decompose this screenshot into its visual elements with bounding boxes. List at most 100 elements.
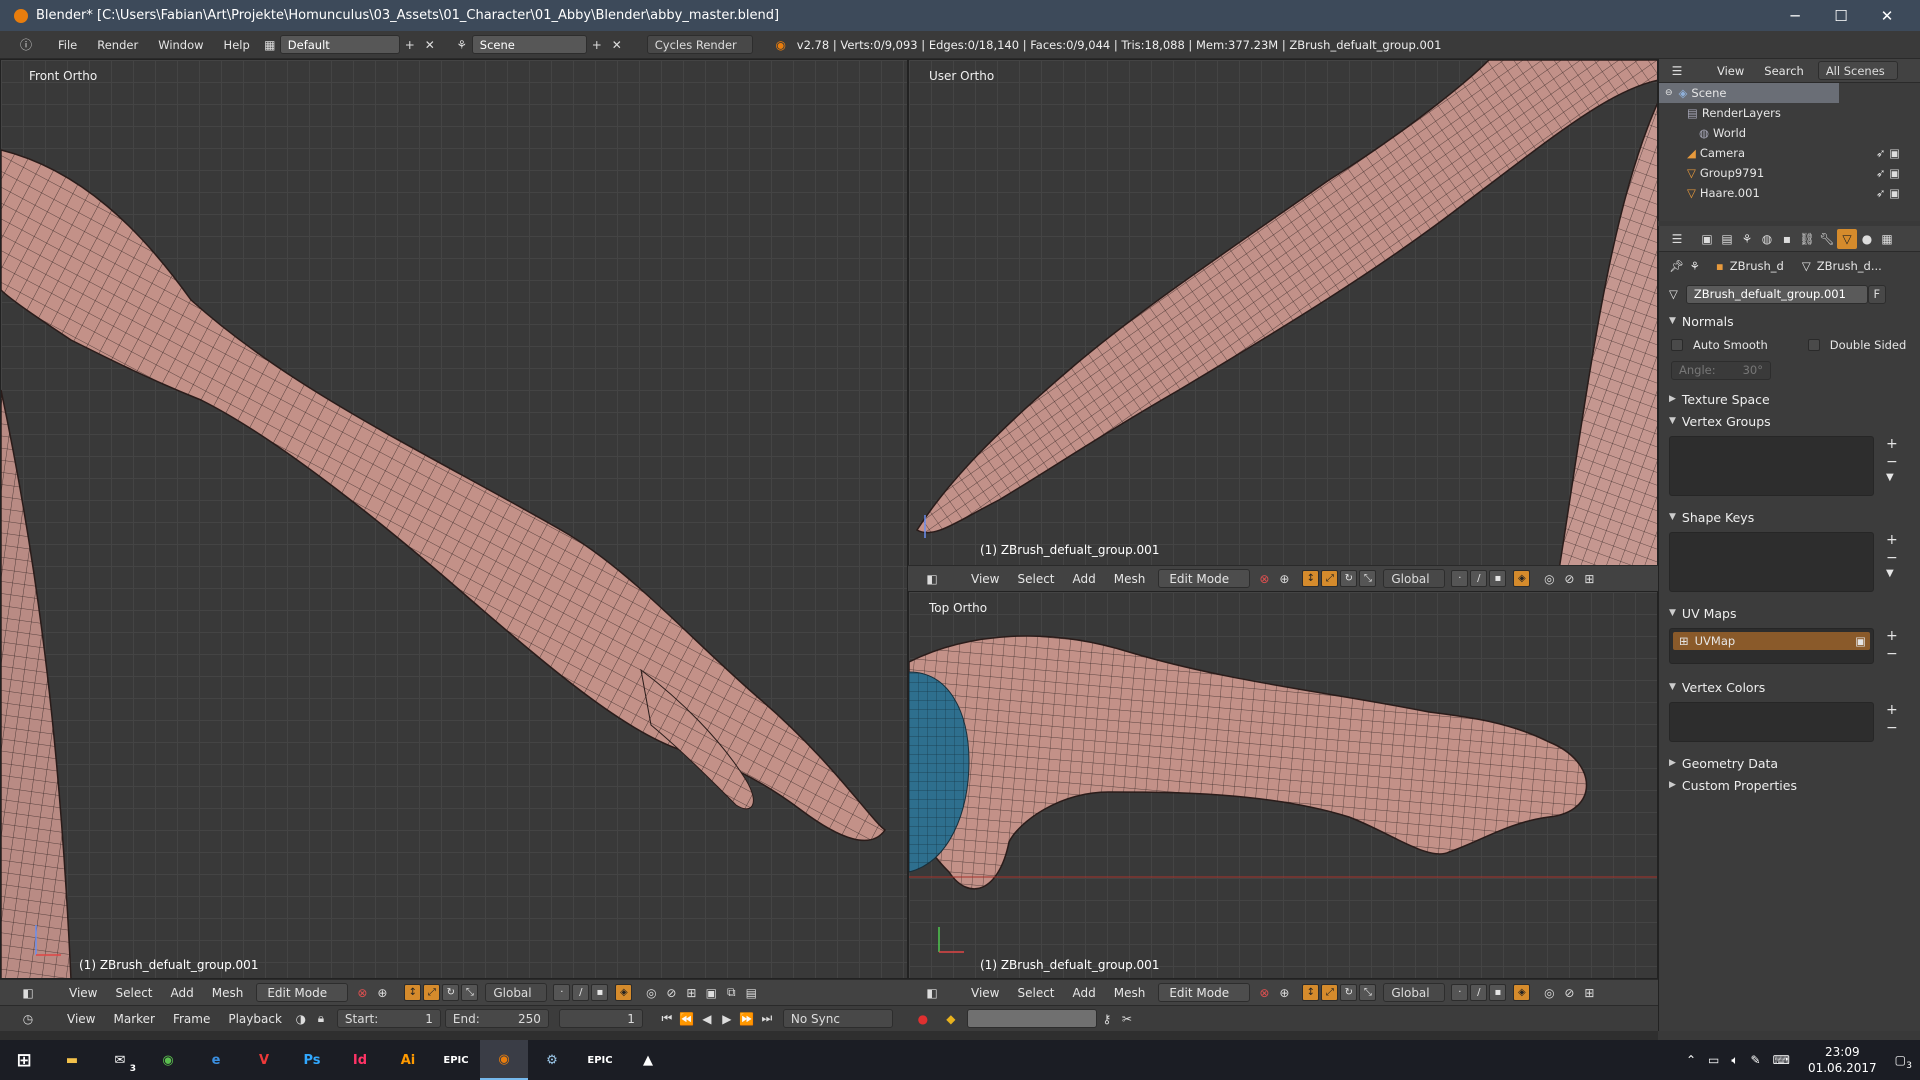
front-view-menu[interactable]: View [60,986,106,1000]
front-vertex-select-icon[interactable]: · [553,984,571,1001]
constraints-tab-icon[interactable]: ⛓ [1797,229,1817,249]
end-frame-field[interactable]: End: 250 [444,1009,549,1028]
collapse-icon[interactable]: ⊖ [1665,88,1673,98]
user-occlude-icon[interactable]: ◈ [1513,570,1531,587]
front-face-select-icon[interactable]: ▪ [591,984,609,1001]
top-face-select-icon[interactable]: ▪ [1489,984,1507,1001]
timeline-keying-icon[interactable]: ◑ [291,1009,311,1029]
user-edge-select-icon[interactable]: / [1470,570,1488,587]
minimize-button[interactable]: ─ [1772,0,1818,31]
file-explorer-icon[interactable]: ▬ [48,1040,96,1080]
outliner-item-renderlayers[interactable]: ▤ RenderLayers [1659,103,1920,123]
start-frame-field[interactable]: Start: 1 [336,1009,441,1028]
maximize-button[interactable]: ☐ [1818,0,1864,31]
close-button[interactable]: ✕ [1864,0,1910,31]
pin-icon[interactable]: 📌︎ [1669,259,1684,273]
breadcrumb-object[interactable]: ZBrush_d [1730,259,1784,273]
user-mesh-menu[interactable]: Mesh [1105,572,1155,586]
modifiers-tab-icon[interactable]: 🔧︎ [1817,229,1837,249]
blender-taskbar-icon[interactable]: ◉ [480,1040,528,1080]
render-tab-icon[interactable]: ▣ [1697,229,1717,249]
panel-vertex-groups[interactable]: ▼ Vertex Groups [1659,410,1920,432]
remove-shape-key-button[interactable]: − [1886,550,1898,566]
top-vertex-select-icon[interactable]: · [1451,984,1469,1001]
jump-keyframe-forward-button[interactable]: ⏩ [737,1009,757,1029]
double-sided-checkbox[interactable] [1807,339,1820,351]
keyboard-icon[interactable]: ⌨ [1773,1053,1790,1067]
add-shape-key-button[interactable]: + [1886,532,1898,548]
timeline-marker-menu[interactable]: Marker [104,1012,163,1026]
front-snap-target-icon[interactable]: ⊞ [681,983,701,1003]
scene-field[interactable]: Scene [471,35,587,54]
material-tab-icon[interactable]: ● [1857,229,1877,249]
sync-dropdown[interactable]: No Sync [782,1009,893,1028]
jump-start-button[interactable]: ⏮ [657,1009,677,1029]
panel-texture-space[interactable]: ▶ Texture Space [1659,388,1920,410]
jump-end-button[interactable]: ⏭ [757,1009,777,1029]
mesh-browse-icon[interactable]: ▽ [1669,287,1678,301]
edge-icon[interactable]: e [192,1040,240,1080]
vertex-group-menu-icon[interactable]: ▼ [1886,472,1898,483]
auto-smooth-checkbox[interactable] [1671,339,1683,351]
top-view-menu[interactable]: View [962,986,1008,1000]
outliner-view-menu[interactable]: View [1707,64,1754,78]
user-pivot-icon[interactable]: ⊕ [1274,569,1294,589]
angle-field[interactable]: Angle: 30° [1671,360,1771,380]
uv-render-icon[interactable]: ▣ [1855,634,1866,648]
outliner-display-dropdown[interactable]: All Scenes [1817,61,1898,80]
record-button[interactable]: ● [913,1009,933,1029]
top-snap-target-icon[interactable]: ⊞ [1579,983,1599,1003]
top-translate-icon[interactable]: ⤢ [1321,984,1339,1001]
add-uv-map-button[interactable]: + [1886,628,1898,644]
front-mesh-menu[interactable]: Mesh [203,986,253,1000]
indesign-icon[interactable]: Id [336,1040,384,1080]
jump-keyframe-back-button[interactable]: ⏪ [677,1009,697,1029]
shape-keys-listbox[interactable] [1669,532,1874,592]
remove-uv-map-button[interactable]: − [1886,646,1898,662]
menu-file[interactable]: File [48,38,87,52]
properties-editor-icon[interactable]: ☰ [1667,229,1687,249]
screen-layout-icon[interactable]: ▦ [260,35,280,55]
top-mode-dropdown[interactable]: Edit Mode [1158,983,1251,1002]
front-scale-icon[interactable]: ⤡ [461,984,479,1001]
visibility-icon[interactable]: ➶ ▣ [1876,186,1900,200]
render-engine-dropdown[interactable]: Cycles Render [646,35,753,54]
menu-render[interactable]: Render [87,38,148,52]
user-vertex-select-icon[interactable]: · [1451,570,1469,587]
play-button[interactable]: ▶ [717,1009,737,1029]
outliner-search-menu[interactable]: Search [1754,64,1814,78]
add-vertex-color-button[interactable]: + [1886,702,1898,718]
front-render-icon[interactable]: ⧉ [721,983,741,1003]
top-occlude-icon[interactable]: ◈ [1513,984,1531,1001]
user-view-menu[interactable]: View [962,572,1008,586]
front-translate-icon[interactable]: ⤢ [423,984,441,1001]
renderlayer-tab-icon[interactable]: ▤ [1717,229,1737,249]
start-button[interactable]: ⊞ [0,1040,48,1080]
panel-geometry-data[interactable]: ▶ Geometry Data [1659,752,1920,774]
outliner-item-group9791[interactable]: ▽ Group9791 ➶ ▣ [1659,163,1920,183]
front-manipulator-icon[interactable]: ↕ [404,984,422,1001]
front-proportional-icon[interactable]: ◎ [641,983,661,1003]
front-snap-icon[interactable]: ⊘ [661,983,681,1003]
front-shading-icon[interactable]: ⊗ [352,983,372,1003]
timeline-strip[interactable] [0,1031,1658,1040]
user-add-menu[interactable]: Add [1064,572,1105,586]
user-proportional-icon[interactable]: ◎ [1539,569,1559,589]
texture-tab-icon[interactable]: ▦ [1877,229,1897,249]
user-rotate-icon[interactable]: ↻ [1340,570,1358,587]
user-shading-icon[interactable]: ⊗ [1254,569,1274,589]
remove-scene-button[interactable]: ✕ [607,35,627,55]
keyframe-icon[interactable]: ◆ [941,1009,961,1029]
top-manipulator-icon[interactable]: ↕ [1302,984,1320,1001]
tray-chevron-icon[interactable]: ⌃ [1686,1053,1696,1067]
shape-key-menu-icon[interactable]: ▼ [1886,568,1898,579]
user-scale-icon[interactable]: ⤡ [1359,570,1377,587]
layout-field[interactable]: Default [279,35,400,54]
timeline-editor-icon[interactable]: ◷ [18,1009,38,1029]
photos-icon[interactable]: ▲ [624,1040,672,1080]
top-orientation-dropdown[interactable]: Global [1383,983,1446,1002]
steam-icon[interactable]: ⚙ [528,1040,576,1080]
user-snap-target-icon[interactable]: ⊞ [1579,569,1599,589]
user-orientation-dropdown[interactable]: Global [1383,569,1446,588]
browser-icon[interactable]: ◉ [144,1040,192,1080]
